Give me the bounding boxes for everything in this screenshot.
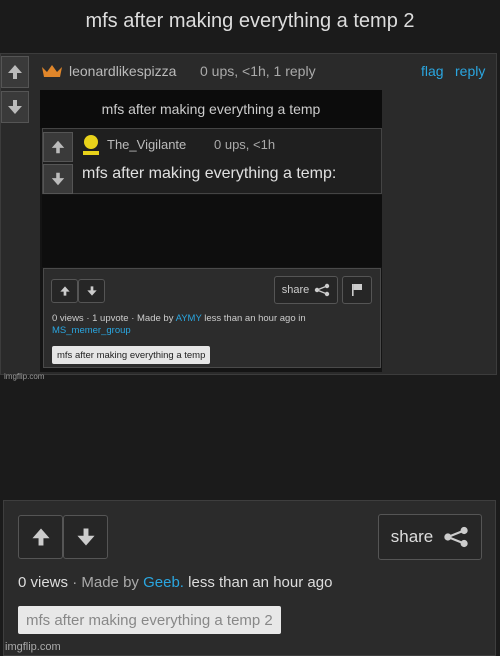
nested-post-info: 0 views · 1 upvote · Made by AYMY less t…	[52, 313, 372, 337]
nested-downvote-button[interactable]	[43, 164, 73, 194]
share-icon	[315, 283, 330, 297]
arrow-down-icon	[51, 172, 65, 186]
arrow-up-icon	[59, 286, 70, 296]
flag-icon	[352, 284, 362, 296]
nested-post-upvote-button[interactable]	[51, 279, 78, 303]
post-upvote-button[interactable]	[18, 515, 63, 559]
share-label: share	[281, 284, 310, 296]
post-separator: ·	[72, 574, 82, 591]
nested-post-downvote-button[interactable]	[78, 279, 105, 303]
nested-comment-text: mfs after making everything a temp:	[82, 165, 337, 182]
avatar-icon	[83, 135, 99, 155]
page-title: mfs after making everything a temp 2	[85, 10, 415, 32]
comment-meta: 0 ups, <1h, 1 reply	[200, 63, 316, 79]
comment-image-watermark: imgflip.com	[4, 372, 45, 381]
nested-post-info-suffix: less than an hour ago in	[201, 313, 306, 324]
arrow-down-icon	[8, 100, 22, 114]
nested-post-tag[interactable]: mfs after making everything a temp	[52, 346, 211, 364]
arrow-down-icon	[76, 528, 95, 546]
post-author[interactable]: Geeb.	[143, 574, 184, 591]
post-info: 0 views · Made by Geeb. less than an hou…	[18, 574, 332, 591]
nested-upvote-button[interactable]	[43, 132, 73, 162]
post-time: less than an hour ago	[188, 574, 333, 591]
arrow-up-icon	[31, 528, 50, 546]
nested-image	[42, 195, 382, 267]
post-downvote-button[interactable]	[63, 515, 108, 559]
crown-icon	[42, 65, 62, 77]
comment-username[interactable]: leonardlikespizza	[69, 63, 176, 79]
arrow-up-icon	[51, 140, 65, 154]
comment-upvote-button[interactable]	[1, 56, 29, 88]
nested-flag-button[interactable]	[342, 276, 372, 304]
comment-image: mfs after making everything a temp The_V…	[40, 90, 382, 372]
nested-post-stream[interactable]: MS_memer_group	[52, 325, 131, 336]
nested-post-author[interactable]: AYMY	[176, 313, 202, 324]
nested-username[interactable]: The_Vigilante	[107, 137, 186, 152]
nested-share-button[interactable]: share	[274, 276, 338, 304]
arrow-up-icon	[8, 65, 22, 79]
flag-link[interactable]: flag	[421, 63, 444, 79]
post-views: 0 views	[18, 574, 69, 591]
post-watermark: imgflip.com	[5, 641, 61, 653]
nested-post-info-prefix: 0 views · 1 upvote · Made by	[52, 313, 176, 324]
reply-link[interactable]: reply	[455, 63, 485, 79]
share-button[interactable]: share	[378, 514, 482, 560]
nested-meta: 0 ups, <1h	[214, 137, 276, 152]
share-label: share	[390, 527, 434, 546]
share-icon	[444, 526, 468, 548]
comment-downvote-button[interactable]	[1, 91, 29, 123]
post-tag[interactable]: mfs after making everything a temp 2	[18, 606, 281, 634]
post-made-by: Made by	[81, 574, 139, 591]
arrow-down-icon	[86, 286, 97, 296]
image-title-bar: mfs after making everything a temp	[40, 90, 382, 128]
